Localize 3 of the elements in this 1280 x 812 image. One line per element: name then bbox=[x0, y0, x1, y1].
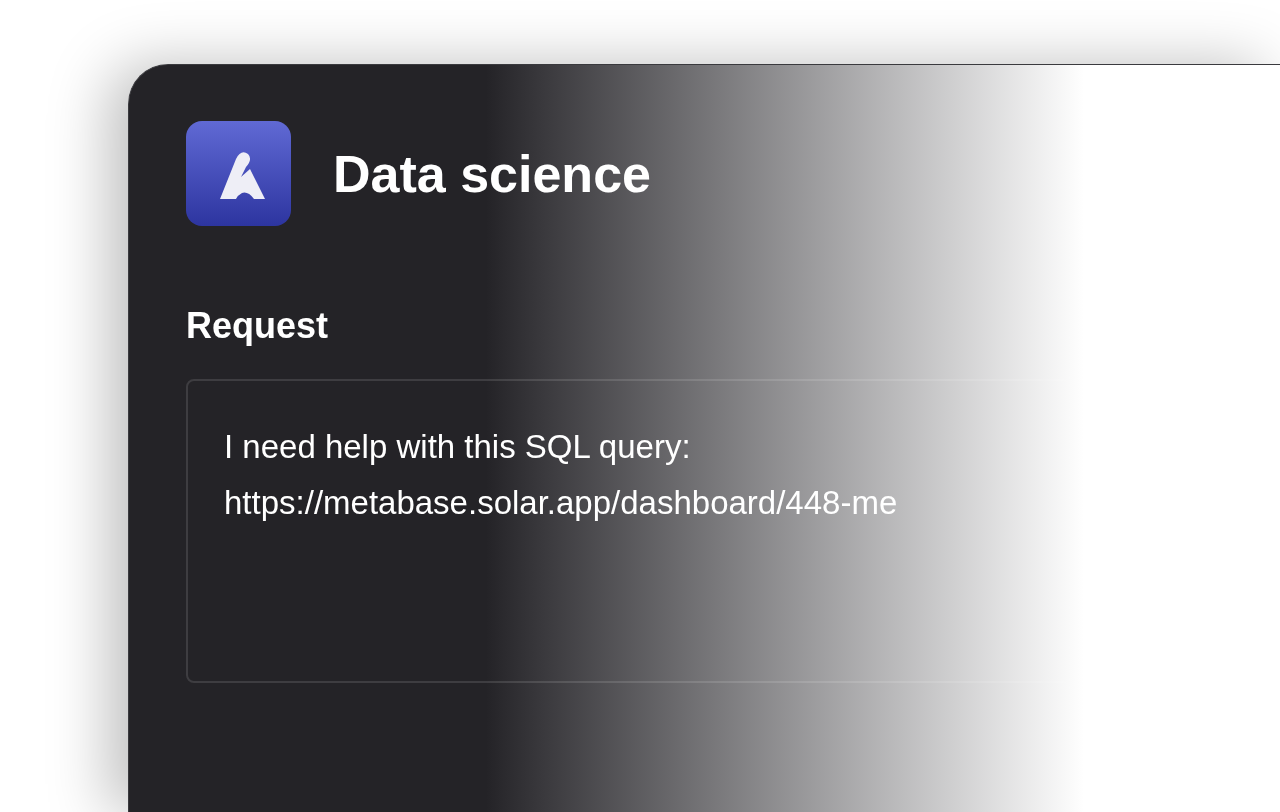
field-label: Request bbox=[186, 308, 330, 344]
app-logo-icon bbox=[186, 121, 291, 226]
page-title: Data science bbox=[333, 147, 651, 200]
